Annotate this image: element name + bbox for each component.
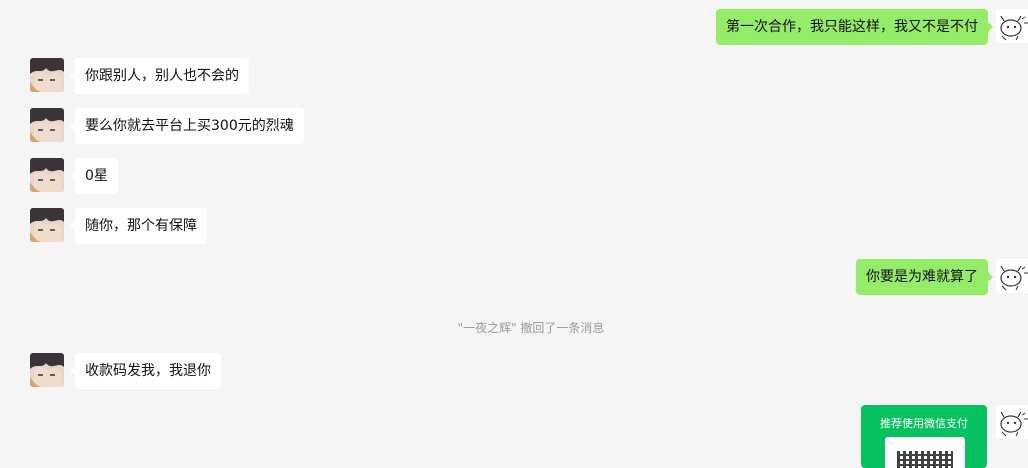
message-row: 0星 bbox=[0, 158, 1028, 194]
qr-code-icon bbox=[897, 451, 953, 468]
message-bubble-own[interactable]: 第一次合作，我只能这样，我又不是不付 bbox=[716, 9, 993, 45]
own-avatar[interactable] bbox=[996, 259, 1028, 293]
message-row: 要么你就去平台上买300元的烈魂 bbox=[0, 108, 1028, 144]
contact-avatar[interactable] bbox=[30, 208, 64, 242]
contact-avatar[interactable] bbox=[30, 108, 64, 142]
contact-avatar[interactable] bbox=[30, 353, 64, 387]
message-bubble-contact[interactable]: 0星 bbox=[70, 158, 118, 194]
message-bubble-contact[interactable]: 你跟别人，别人也不会的 bbox=[70, 58, 249, 94]
message-row: 随你，那个有保障 bbox=[0, 208, 1028, 244]
message-bubble-contact[interactable]: 收款码发我，我退你 bbox=[70, 353, 221, 389]
contact-avatar[interactable] bbox=[30, 158, 64, 192]
message-row: 收款码发我，我退你 bbox=[0, 353, 1028, 389]
message-row: 你要是为难就算了 bbox=[0, 259, 1028, 295]
payment-qr-card[interactable]: 推荐使用微信支付 bbox=[861, 405, 987, 468]
message-bubble-own[interactable]: 你要是为难就算了 bbox=[856, 259, 993, 295]
message-bubble-contact[interactable]: 要么你就去平台上买300元的烈魂 bbox=[70, 108, 304, 144]
contact-avatar[interactable] bbox=[30, 58, 64, 92]
message-row: 你跟别人，别人也不会的 bbox=[0, 58, 1028, 94]
own-avatar[interactable] bbox=[996, 405, 1028, 439]
recall-notice: "一夜之辉" 撤回了一条消息 bbox=[457, 321, 605, 335]
qr-code-frame bbox=[885, 437, 965, 468]
message-bubble-contact[interactable]: 随你，那个有保障 bbox=[70, 208, 207, 244]
message-row: 第一次合作，我只能这样，我又不是不付 bbox=[0, 9, 1028, 45]
pay-card-title: 推荐使用微信支付 bbox=[880, 417, 968, 430]
own-avatar[interactable] bbox=[996, 9, 1028, 43]
